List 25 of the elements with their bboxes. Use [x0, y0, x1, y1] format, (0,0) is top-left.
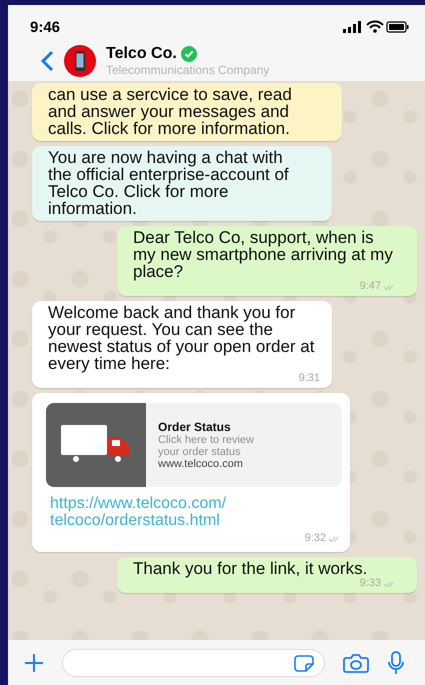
- preview-domain: www.telcoco.com: [158, 458, 244, 470]
- back-icon[interactable]: [40, 50, 54, 72]
- message-text: Welcome back and thank you for your request. You can see the newest status of your open order at every time here:: [48, 304, 316, 372]
- message-time: 9:31: [298, 373, 320, 384]
- status-time: 9:46: [30, 18, 60, 36]
- sticker-icon[interactable]: [294, 654, 314, 672]
- camera-icon[interactable]: [343, 652, 369, 672]
- contact-name: Telco Co.: [106, 45, 177, 63]
- message-time: 9:47: [360, 281, 381, 292]
- message-time: 9:33: [360, 578, 381, 589]
- truck-icon: [46, 403, 146, 487]
- link-preview[interactable]: Order Status Click here to review your order status www.telcoco.com: [46, 403, 342, 487]
- message-text: Thank you for the link, it works.: [133, 560, 368, 577]
- encryption-notice[interactable]: can use a sercvice to save, read and answer your messages and calls. Click for more information.: [32, 83, 342, 141]
- preview-title: Order Status: [158, 420, 232, 434]
- message-time: 9:32: [304, 533, 326, 544]
- signal-wifi-battery-icon: [343, 20, 409, 34]
- microphone-icon[interactable]: [387, 650, 405, 674]
- phone-avatar-icon[interactable]: [64, 45, 96, 77]
- add-icon[interactable]: [24, 652, 44, 672]
- preview-description: Click here to review your order status: [158, 434, 255, 458]
- message-text: Dear Telco Co, support, when is my new smartphone arriving at my place?: [133, 229, 394, 280]
- message-input[interactable]: [62, 648, 325, 676]
- enterprise-notice[interactable]: You are now having a chat with the official enterprise-account of Telco Co. Click for more information.: [32, 146, 332, 221]
- contact-subtitle: Telecommunications Company: [106, 63, 270, 77]
